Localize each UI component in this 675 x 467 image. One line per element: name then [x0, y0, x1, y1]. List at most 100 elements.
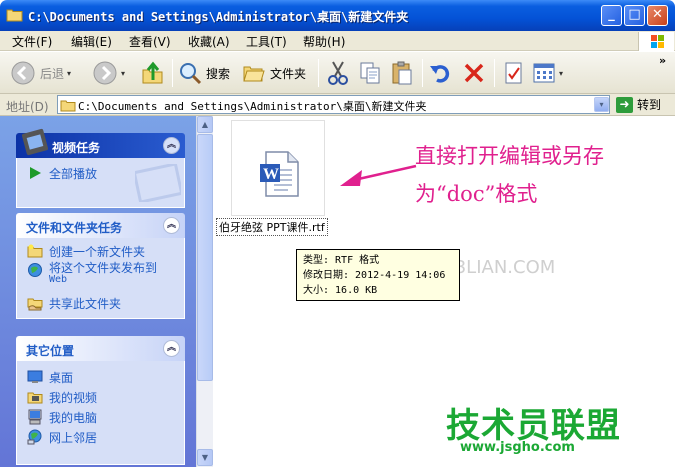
toolbar: 后退 ▾ ▾ 搜索 文件夹 ▾ »: [0, 52, 675, 94]
desktop-label: 桌面: [49, 371, 74, 385]
file-item[interactable]: W: [231, 120, 325, 216]
scroll-down-icon[interactable]: ▼: [197, 449, 213, 466]
go-arrow-icon: ➜: [616, 96, 633, 113]
search-button[interactable]: 搜索: [178, 57, 230, 89]
views-dropdown-icon[interactable]: ▾: [559, 69, 563, 78]
video-tasks-body: 全部播放: [16, 158, 185, 208]
toolbar-separator: [318, 59, 319, 87]
scissors-icon: [328, 61, 348, 85]
forward-arrow-icon: [93, 61, 117, 85]
publish-web-icon: [28, 263, 42, 277]
menu-tools[interactable]: 工具(T): [246, 33, 287, 50]
annotation-arrow-icon: [340, 164, 417, 186]
collapse-chevron-icon[interactable]: ︽: [163, 340, 180, 357]
file-tasks-panel: 文件和文件夹任务 ︽ 创建一个新文件夹 将这个文件夹发布到 Web 共享此文件夹: [16, 213, 185, 319]
minimize-button[interactable]: _: [601, 5, 622, 26]
address-dropdown-icon[interactable]: ▾: [594, 97, 609, 112]
publish-web-link[interactable]: 将这个文件夹发布到 Web: [27, 262, 157, 286]
paste-icon: [392, 61, 412, 85]
collapse-chevron-icon[interactable]: ︽: [163, 137, 180, 154]
my-videos-link[interactable]: 我的视频: [27, 389, 97, 406]
address-value: C:\Documents and Settings\Administrator\…: [78, 100, 427, 113]
delete-x-icon: [464, 63, 484, 83]
share-folder-link[interactable]: 共享此文件夹: [27, 295, 121, 312]
copy-icon: [360, 62, 380, 84]
back-button[interactable]: 后退 ▾: [10, 57, 71, 89]
forward-button[interactable]: ▾: [92, 57, 125, 89]
address-bar: 地址(D) C:\Documents and Settings\Administ…: [0, 94, 675, 116]
video-tasks-title: 视频任务: [52, 141, 101, 155]
menu-favorites[interactable]: 收藏(A): [188, 33, 230, 50]
close-button[interactable]: ✕: [647, 5, 668, 26]
views-button[interactable]: ▾: [532, 57, 563, 89]
task-pane: 视频任务 ︽ 全部播放 文件和文件夹任务 ︽ 创建一个新文件夹 将这个文件夹发布…: [0, 116, 196, 467]
scroll-up-icon[interactable]: ▲: [197, 116, 213, 133]
forward-dropdown-icon[interactable]: ▾: [121, 69, 125, 78]
publish-web-sub-label: Web: [49, 274, 68, 285]
undo-button[interactable]: [428, 57, 452, 89]
my-videos-icon: [27, 392, 43, 404]
word-document-icon: W: [260, 151, 299, 197]
file-name-label[interactable]: 伯牙绝弦 PPT课件.rtf: [216, 218, 328, 236]
film-watermark-icon: [135, 164, 181, 202]
up-folder-button[interactable]: [140, 57, 166, 89]
file-list-area[interactable]: W 伯牙绝弦 PPT课件.rtf 直接打开编辑或另存 为“doc”格式 三联网 …: [213, 116, 675, 467]
other-places-body: 桌面 我的视频 我的电脑 网上邻居: [16, 361, 185, 465]
network-link[interactable]: 网上邻居: [27, 429, 97, 446]
other-places-panel: 其它位置 ︽ 桌面 我的视频 我的电脑 网上邻居: [16, 336, 185, 465]
desktop-link[interactable]: 桌面: [27, 369, 73, 386]
search-label: 搜索: [206, 66, 231, 81]
video-tasks-panel: 视频任务 ︽ 全部播放: [16, 128, 185, 208]
delete-button[interactable]: [462, 57, 486, 89]
tooltip-type: 类型: RTF 格式: [303, 255, 380, 266]
share-folder-icon: [27, 298, 43, 311]
up-folder-icon: [142, 61, 163, 84]
play-all-link[interactable]: 全部播放: [27, 165, 97, 182]
other-places-header[interactable]: 其它位置 ︽: [16, 336, 185, 361]
toolbar-overflow-icon[interactable]: »: [659, 54, 666, 67]
video-tasks-header[interactable]: 视频任务 ︽: [16, 128, 185, 158]
folders-button[interactable]: 文件夹: [242, 57, 306, 89]
properties-button[interactable]: [502, 57, 526, 89]
paste-button[interactable]: [390, 57, 414, 89]
go-button[interactable]: ➜ 转到: [616, 96, 661, 113]
address-input[interactable]: C:\Documents and Settings\Administrator\…: [57, 95, 610, 114]
menu-view[interactable]: 查看(V): [129, 33, 171, 50]
network-label: 网上邻居: [49, 431, 98, 445]
cut-button[interactable]: [326, 57, 350, 89]
windows-logo-icon: [638, 32, 674, 51]
folders-icon: [243, 66, 265, 82]
my-computer-link[interactable]: 我的电脑: [27, 409, 97, 426]
toolbar-separator: [172, 59, 173, 87]
go-label: 转到: [637, 98, 662, 112]
my-videos-label: 我的视频: [49, 391, 98, 405]
annotation-line-1: 直接打开编辑或另存: [415, 144, 604, 168]
folder-icon: [60, 100, 76, 112]
share-folder-label: 共享此文件夹: [49, 297, 122, 311]
menu-edit[interactable]: 编辑(E): [71, 33, 112, 50]
folder-icon: [6, 9, 23, 22]
maximize-button[interactable]: □: [624, 5, 645, 26]
properties-icon: [505, 62, 522, 84]
new-folder-link[interactable]: 创建一个新文件夹: [27, 243, 145, 260]
new-folder-icon: [27, 244, 43, 258]
collapse-chevron-icon[interactable]: ︽: [163, 217, 180, 234]
toolbar-separator: [494, 59, 495, 87]
film-strip-icon: [21, 128, 49, 156]
annotation-line-2: 为“doc”格式: [415, 182, 538, 206]
new-folder-label: 创建一个新文件夹: [49, 245, 146, 259]
play-icon: [30, 167, 41, 179]
scrollbar-thumb[interactable]: [197, 134, 213, 381]
menu-file[interactable]: 文件(F): [12, 33, 52, 50]
file-tooltip: 类型: RTF 格式 修改日期: 2012-4-19 14:06 大小: 16.…: [296, 249, 460, 301]
task-pane-scrollbar[interactable]: ▲ ▼: [196, 116, 213, 467]
back-dropdown-icon[interactable]: ▾: [67, 69, 71, 78]
search-icon: [180, 63, 202, 85]
file-tasks-header[interactable]: 文件和文件夹任务 ︽: [16, 213, 185, 238]
watermark-url: www.jsgho.com: [460, 440, 575, 455]
window-title: C:\Documents and Settings\Administrator\…: [28, 10, 409, 24]
svg-text:W: W: [263, 166, 279, 183]
menu-help[interactable]: 帮助(H): [303, 33, 345, 50]
copy-button[interactable]: [358, 57, 382, 89]
play-all-label: 全部播放: [49, 167, 98, 181]
